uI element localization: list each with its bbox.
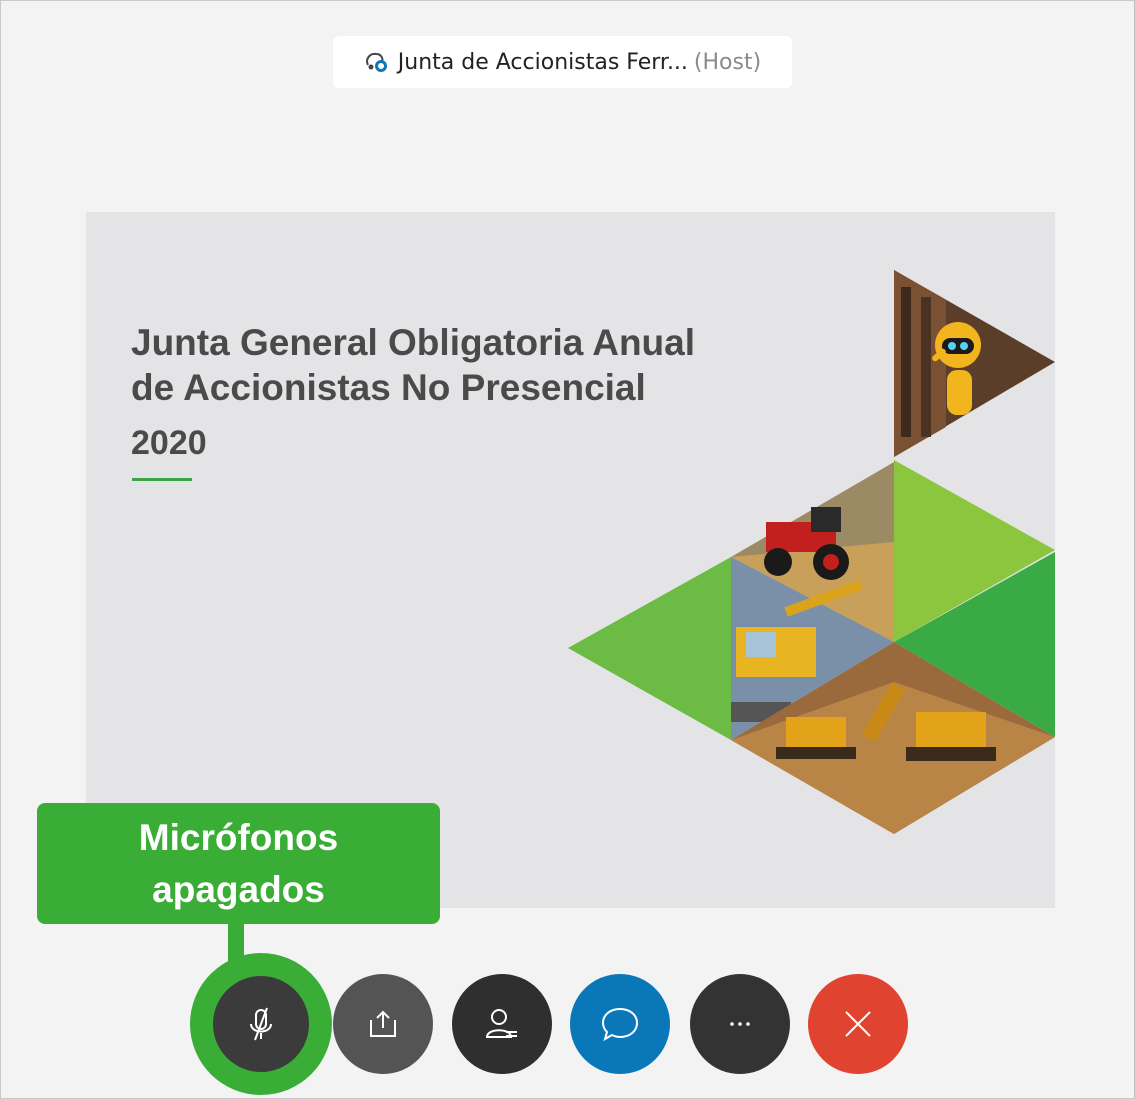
close-icon xyxy=(845,1011,871,1037)
mic-off-icon xyxy=(250,1007,272,1041)
share-icon xyxy=(370,1010,396,1037)
meeting-title: Junta de Accionistas Ferr... xyxy=(397,49,688,75)
mic-off-callout: Micrófonos apagados xyxy=(37,803,440,924)
callout-line2: apagados xyxy=(152,868,325,910)
green-triangle-left xyxy=(568,557,731,740)
more-options-button[interactable] xyxy=(690,974,790,1074)
chat-button[interactable] xyxy=(570,974,670,1074)
mute-button[interactable] xyxy=(213,976,309,1072)
chat-icon xyxy=(601,1007,639,1042)
leave-meeting-button[interactable] xyxy=(808,974,908,1074)
participants-icon xyxy=(485,1009,517,1038)
callout-line1: Micrófonos xyxy=(138,816,339,858)
share-button[interactable] xyxy=(333,974,433,1074)
meeting-title-bar: Junta de Accionistas Ferr... (Host) xyxy=(333,36,792,88)
meeting-host-icon xyxy=(365,52,387,72)
participants-button[interactable] xyxy=(452,974,552,1074)
more-icon xyxy=(730,1022,750,1026)
host-label: (Host) xyxy=(693,49,762,75)
